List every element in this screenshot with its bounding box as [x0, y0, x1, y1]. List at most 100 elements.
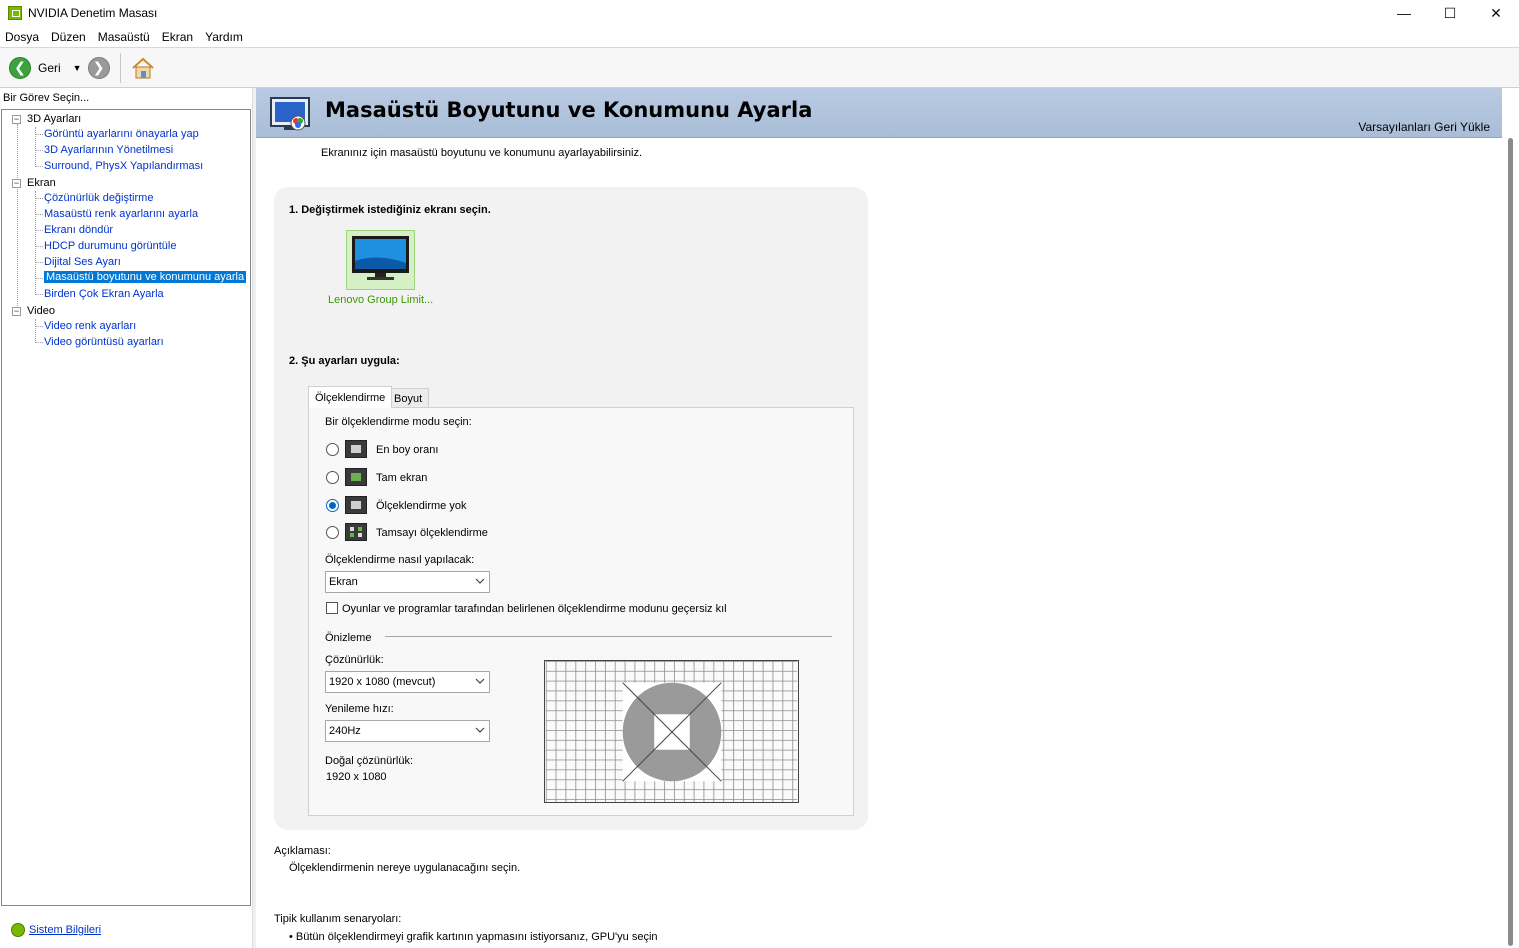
radio-integer-scaling[interactable]	[326, 526, 339, 539]
tree-line	[35, 319, 36, 343]
tree-line	[36, 198, 43, 199]
collapse-icon[interactable]: −	[12, 307, 21, 316]
tree-item-manage-3d[interactable]: 3D Ayarlarının Yönetilmesi	[44, 144, 173, 156]
tab-scaling[interactable]: Ölçeklendirme	[308, 386, 393, 408]
back-button-label[interactable]: Geri	[38, 61, 61, 75]
refresh-rate-dropdown[interactable]: 240Hz	[325, 720, 490, 742]
usage-label: Tipik kullanım senaryoları:	[274, 913, 402, 925]
title-bar: NVIDIA Denetim Masası — ☐ ✕	[0, 0, 1519, 26]
radio-aspect-ratio[interactable]	[326, 443, 339, 456]
scrollbar-thumb[interactable]	[1508, 138, 1513, 946]
task-select-label: Bir Görev Seçin...	[3, 92, 90, 104]
usage-item: • Bütün ölçeklendirmeyi grafik kartının …	[289, 931, 658, 943]
tree-item-rotate-display[interactable]: Ekranı döndür	[44, 224, 113, 236]
home-icon[interactable]	[131, 56, 155, 80]
system-info-icon	[11, 923, 25, 937]
system-info-link[interactable]: Sistem Bilgileri	[29, 924, 101, 936]
preview-label: Önizleme	[325, 632, 372, 644]
tree-line	[36, 134, 43, 135]
tree-line	[35, 191, 36, 295]
intro-text: Ekranınız için masaüstü boyutunu ve konu…	[321, 147, 642, 159]
menu-display[interactable]: Ekran	[157, 30, 198, 44]
chevron-down-icon	[475, 727, 485, 733]
desktop-size-icon	[270, 97, 310, 131]
history-dropdown-icon[interactable]: ▼	[73, 63, 82, 73]
menu-edit[interactable]: Düzen	[46, 30, 91, 44]
description-label: Açıklaması:	[274, 845, 331, 857]
tree-line	[17, 124, 18, 316]
mode-no-scaling-label[interactable]: Ölçeklendirme yok	[376, 500, 466, 512]
tree-item-hdcp-status[interactable]: HDCP durumunu görüntüle	[44, 240, 176, 252]
tree-group-3d[interactable]: 3D Ayarları	[27, 113, 81, 125]
full-screen-icon	[345, 468, 367, 486]
menu-desktop[interactable]: Masaüstü	[93, 30, 155, 44]
chevron-down-icon	[475, 678, 485, 684]
vertical-scrollbar[interactable]	[1504, 88, 1519, 948]
tree-group-display[interactable]: Ekran	[27, 177, 56, 189]
mode-integer-scaling-label[interactable]: Tamsayı ölçeklendirme	[376, 527, 488, 539]
chevron-down-icon	[475, 578, 485, 584]
tree-line	[36, 246, 43, 247]
task-tree: − 3D Ayarları Görüntü ayarlarını önayarl…	[1, 109, 251, 906]
toolbar-separator	[119, 52, 121, 83]
system-info-link-row: Sistem Bilgileri	[11, 923, 101, 937]
tree-item-multiple-displays[interactable]: Birden Çok Ekran Ayarla	[44, 288, 164, 300]
page-title: Masaüstü Boyutunu ve Konumunu Ayarla	[325, 98, 813, 122]
scaling-preview	[544, 660, 799, 803]
toolbar: ❮ Geri ▼ ❯	[0, 47, 1519, 88]
mode-aspect-ratio-label[interactable]: En boy oranı	[376, 444, 438, 456]
tree-item-change-resolution[interactable]: Çözünürlük değiştirme	[44, 192, 153, 204]
collapse-icon[interactable]: −	[12, 179, 21, 188]
tree-line	[36, 166, 43, 167]
resolution-value: 1920 x 1080 (mevcut)	[329, 676, 436, 688]
section2-title: 2. Şu ayarları uygula:	[289, 355, 400, 367]
radio-no-scaling[interactable]	[326, 499, 339, 512]
tree-item-image-presets[interactable]: Görüntü ayarlarını önayarla yap	[44, 128, 199, 140]
tree-item-video-color[interactable]: Video renk ayarları	[44, 320, 136, 332]
preview-divider	[385, 636, 832, 637]
maximize-button[interactable]: ☐	[1427, 0, 1473, 26]
override-scaling-checkbox[interactable]	[326, 602, 338, 614]
pane-splitter[interactable]	[252, 88, 256, 948]
restore-defaults-link[interactable]: Varsayılanları Geri Yükle	[1358, 120, 1490, 134]
scaling-mode-prompt: Bir ölçeklendirme modu seçin:	[325, 416, 472, 428]
window-title: NVIDIA Denetim Masası	[28, 6, 158, 20]
menu-bar: Dosya Düzen Masaüstü Ekran Yardım	[0, 27, 1519, 46]
tree-item-desktop-color[interactable]: Masaüstü renk ayarlarını ayarla	[44, 208, 198, 220]
scaling-on-value: Ekran	[329, 576, 358, 588]
tree-item-digital-audio[interactable]: Dijital Ses Ayarı	[44, 256, 121, 268]
minimize-button[interactable]: —	[1381, 0, 1427, 26]
display-name[interactable]: Lenovo Group Limit...	[328, 294, 433, 306]
tree-group-video[interactable]: Video	[27, 305, 55, 317]
radio-full-screen[interactable]	[326, 471, 339, 484]
tab-size[interactable]: Boyut	[387, 388, 430, 408]
section1-title: 1. Değiştirmek istediğiniz ekranı seçin.	[289, 204, 491, 216]
back-arrow-icon[interactable]: ❮	[9, 56, 31, 79]
resolution-dropdown[interactable]: 1920 x 1080 (mevcut)	[325, 671, 490, 693]
collapse-icon[interactable]: −	[12, 115, 21, 124]
override-scaling-label[interactable]: Oyunlar ve programlar tarafından belirle…	[342, 603, 727, 615]
scaling-on-label: Ölçeklendirme nasıl yapılacak:	[325, 554, 475, 566]
menu-help[interactable]: Yardım	[200, 30, 248, 44]
native-resolution-value: 1920 x 1080	[326, 771, 387, 783]
tree-item-video-image[interactable]: Video görüntüsü ayarları	[44, 336, 164, 348]
menu-file[interactable]: Dosya	[0, 30, 44, 44]
close-button[interactable]: ✕	[1473, 0, 1519, 26]
tree-line	[36, 150, 43, 151]
mode-full-screen-label[interactable]: Tam ekran	[376, 472, 427, 484]
aspect-ratio-icon	[345, 440, 367, 458]
scaling-on-dropdown[interactable]: Ekran	[325, 571, 490, 593]
description-text: Ölçeklendirmenin nereye uygulanacağını s…	[289, 862, 521, 874]
monitor-icon	[352, 236, 409, 280]
native-resolution-label: Doğal çözünürlük:	[325, 755, 414, 767]
forward-arrow-icon[interactable]: ❯	[87, 56, 110, 79]
refresh-rate-value: 240Hz	[329, 725, 361, 737]
tree-line	[36, 262, 43, 263]
tree-line	[35, 127, 36, 167]
usage-item-text: Bütün ölçeklendirmeyi grafik kartının ya…	[295, 931, 658, 943]
tree-item-desktop-size-position[interactable]: Masaüstü boyutunu ve konumunu ayarla	[44, 271, 247, 283]
display-selector[interactable]	[346, 230, 415, 290]
page-header: Masaüstü Boyutunu ve Konumunu Ayarla Var…	[256, 88, 1502, 138]
refresh-rate-label: Yenileme hızı:	[325, 703, 394, 715]
tree-item-surround-physx[interactable]: Surround, PhysX Yapılandırması	[44, 160, 203, 172]
